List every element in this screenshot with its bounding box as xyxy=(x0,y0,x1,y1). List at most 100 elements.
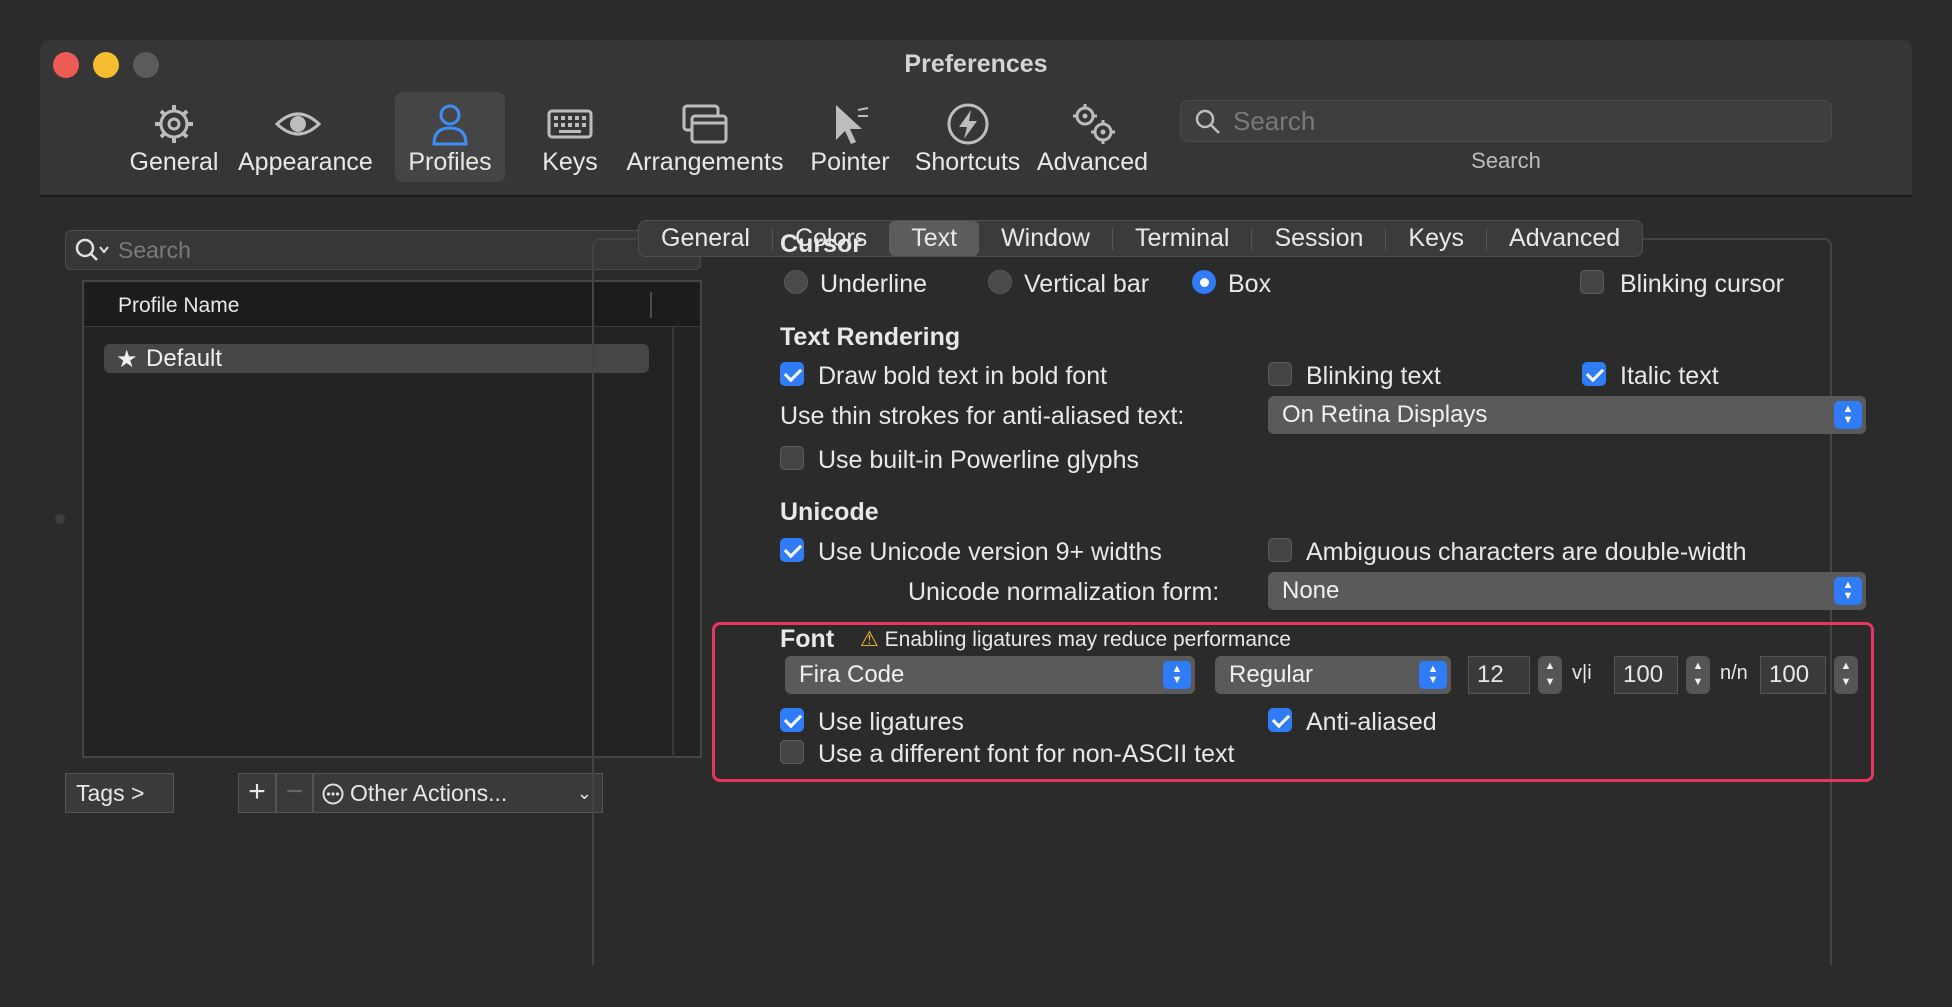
blinking-text-label[interactable]: Blinking text xyxy=(1306,362,1441,391)
toolbar-advanced[interactable]: Advanced xyxy=(1035,92,1150,182)
vertical-spacing-field[interactable]: 100 xyxy=(1760,656,1826,694)
vertical-spacing-icon: n/n xyxy=(1720,662,1748,684)
tab-terminal[interactable]: Terminal xyxy=(1113,221,1251,256)
italic-text-checkbox[interactable] xyxy=(1582,362,1606,386)
tags-button[interactable]: Tags > xyxy=(65,773,174,813)
toolbar-keys-label: Keys xyxy=(542,148,598,176)
normalization-value: None xyxy=(1282,577,1340,604)
toolbar-pointer-label: Pointer xyxy=(810,148,890,176)
updown-chevron-icon: ▲ ▼ xyxy=(1419,661,1447,689)
gears-icon xyxy=(1072,104,1115,144)
window-title: Preferences xyxy=(904,50,1048,78)
updown-chevron-icon: ▲ ▼ xyxy=(1834,401,1862,429)
toolbar-search[interactable] xyxy=(1180,100,1832,142)
horizontal-spacing-stepper[interactable]: ▲ ▼ xyxy=(1686,656,1710,694)
eye-icon xyxy=(274,112,322,136)
cursor-underline-label[interactable]: Underline xyxy=(820,270,927,299)
windows-icon xyxy=(682,104,728,144)
normalization-select[interactable]: None ▲ ▼ xyxy=(1268,572,1866,610)
powerline-glyphs-label[interactable]: Use built-in Powerline glyphs xyxy=(818,446,1139,475)
updown-chevron-icon: ▲ ▼ xyxy=(1834,577,1862,605)
tab-session[interactable]: Session xyxy=(1252,221,1385,256)
ellipsis-circle-icon xyxy=(322,783,344,805)
toolbar-general-label: General xyxy=(129,148,219,176)
sidebar-resize-handle[interactable] xyxy=(55,514,65,524)
font-family-select[interactable]: Fira Code ▲ ▼ xyxy=(785,656,1195,694)
toolbar-appearance[interactable]: Appearance xyxy=(238,92,373,182)
bolt-icon xyxy=(947,103,988,145)
gear-icon xyxy=(155,105,193,143)
font-weight-value: Regular xyxy=(1229,661,1314,688)
toolbar-search-input[interactable] xyxy=(1233,104,1813,138)
ligatures-label[interactable]: Use ligatures xyxy=(818,708,964,737)
cursor-vertical-bar-label[interactable]: Vertical bar xyxy=(1024,270,1149,299)
tab-window[interactable]: Window xyxy=(979,221,1112,256)
normalization-label: Unicode normalization form: xyxy=(908,578,1220,606)
ambiguous-width-checkbox[interactable] xyxy=(1268,538,1292,562)
toolbar-profiles[interactable]: Profiles xyxy=(395,92,505,182)
powerline-glyphs-checkbox[interactable] xyxy=(780,446,804,470)
cursor-box-label[interactable]: Box xyxy=(1228,270,1271,299)
anti-aliased-checkbox[interactable] xyxy=(1268,708,1292,732)
ambiguous-width-label[interactable]: Ambiguous characters are double-width xyxy=(1306,538,1747,567)
vertical-spacing-stepper[interactable]: ▲ ▼ xyxy=(1834,656,1858,694)
font-weight-select[interactable]: Regular ▲ ▼ xyxy=(1215,656,1451,694)
ligature-warning: ⚠ Enabling ligatures may reduce performa… xyxy=(860,627,1291,652)
add-profile-button[interactable]: + xyxy=(238,773,276,813)
profile-row-default[interactable]: ★ Default xyxy=(104,344,649,373)
other-actions-button[interactable]: Other Actions... ⌄ xyxy=(313,773,603,813)
blinking-cursor-label[interactable]: Blinking cursor xyxy=(1620,270,1784,299)
tab-advanced[interactable]: Advanced xyxy=(1487,221,1642,256)
ligatures-checkbox[interactable] xyxy=(780,708,804,732)
preferences-window: Preferences General Appearance Profiles … xyxy=(40,40,1912,965)
tab-text[interactable]: Text xyxy=(889,221,980,256)
profile-row-name: Default xyxy=(146,345,223,372)
tab-keys[interactable]: Keys xyxy=(1386,221,1486,256)
toolbar-keys[interactable]: Keys xyxy=(520,92,620,182)
search-menu-icon xyxy=(75,238,109,261)
italic-text-label[interactable]: Italic text xyxy=(1620,362,1719,391)
toolbar-arrangements-label: Arrangements xyxy=(626,148,784,176)
cursor-underline-radio[interactable] xyxy=(784,270,808,294)
non-ascii-font-label[interactable]: Use a different font for non-ASCII text xyxy=(818,740,1234,769)
toolbar-profiles-label: Profiles xyxy=(408,148,492,176)
thin-strokes-value: On Retina Displays xyxy=(1282,401,1488,428)
blinking-cursor-checkbox[interactable] xyxy=(1580,270,1604,294)
updown-chevron-icon: ▲ ▼ xyxy=(1163,661,1191,689)
person-icon xyxy=(432,104,468,146)
font-size-stepper[interactable]: ▲ ▼ xyxy=(1538,656,1562,694)
ligature-warning-text: Enabling ligatures may reduce performanc… xyxy=(884,628,1291,651)
anti-aliased-label[interactable]: Anti-aliased xyxy=(1306,708,1437,737)
search-icon xyxy=(1195,109,1220,134)
cursor-box-radio[interactable] xyxy=(1192,270,1216,294)
non-ascii-font-checkbox[interactable] xyxy=(780,740,804,764)
font-family-value: Fira Code xyxy=(799,661,905,688)
cursor-vertical-bar-radio[interactable] xyxy=(988,270,1012,294)
toolbar-general[interactable]: General xyxy=(120,92,228,182)
toolbar-shortcuts[interactable]: Shortcuts xyxy=(910,92,1025,182)
chevron-down-icon: ⌄ xyxy=(576,783,592,803)
toolbar-advanced-label: Advanced xyxy=(1036,148,1149,176)
toolbar-arrangements[interactable]: Arrangements xyxy=(625,92,785,182)
unicode-section-title: Unicode xyxy=(780,498,879,526)
other-actions-label: Other Actions... xyxy=(350,780,508,806)
remove-profile-button[interactable]: − xyxy=(276,773,313,813)
horizontal-spacing-field[interactable]: 100 xyxy=(1614,656,1678,694)
bold-font-label[interactable]: Draw bold text in bold font xyxy=(818,362,1107,391)
toolbar-appearance-label: Appearance xyxy=(238,148,373,176)
cursor-section-title: Cursor xyxy=(780,230,862,258)
toolbar-pointer[interactable]: Pointer xyxy=(800,92,900,182)
toolbar-search-label: Search xyxy=(1471,148,1541,173)
font-size-field[interactable]: 12 xyxy=(1468,656,1530,694)
tab-general[interactable]: General xyxy=(639,221,772,256)
thin-strokes-label: Use thin strokes for anti-aliased text: xyxy=(780,402,1185,430)
profile-name-column-header[interactable]: Profile Name xyxy=(118,294,239,318)
bold-font-checkbox[interactable] xyxy=(780,362,804,386)
blinking-text-checkbox[interactable] xyxy=(1268,362,1292,386)
thin-strokes-select[interactable]: On Retina Displays ▲ ▼ xyxy=(1268,396,1866,434)
unicode-widths-label[interactable]: Use Unicode version 9+ widths xyxy=(818,538,1162,567)
unicode-widths-checkbox[interactable] xyxy=(780,538,804,562)
warning-icon: ⚠ xyxy=(860,628,879,651)
keyboard-icon xyxy=(547,109,593,139)
toolbar: Preferences General Appearance Profiles … xyxy=(40,40,1912,197)
